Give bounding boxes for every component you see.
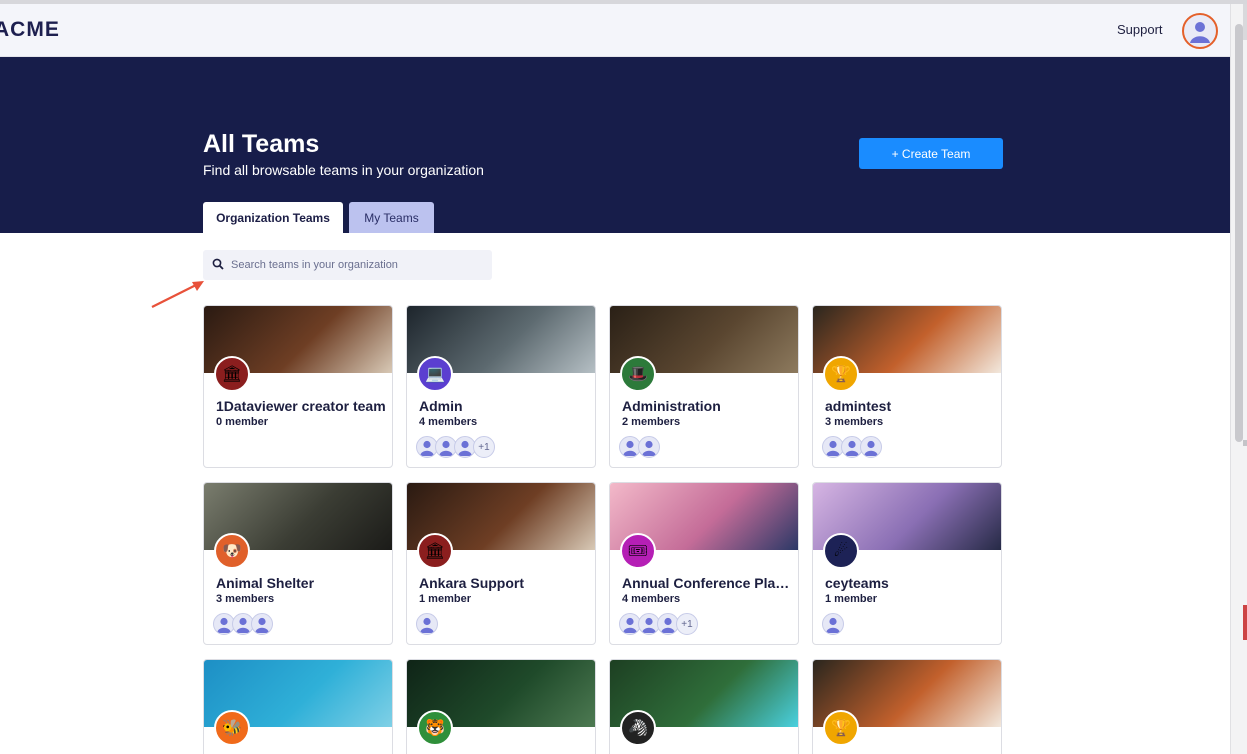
page-title: All Teams [203, 130, 320, 158]
team-card[interactable]: 🎟 Annual Conference Pla… 4 members +1 [609, 482, 799, 645]
member-avatar[interactable] [822, 613, 844, 635]
create-team-button[interactable]: + Create Team [859, 138, 1003, 169]
team-name[interactable]: Ankara Support [419, 575, 589, 591]
team-card[interactable]: 🐝 [203, 659, 393, 754]
member-avatars [822, 613, 844, 637]
team-name[interactable]: Administration [622, 398, 792, 414]
team-card[interactable]: 🏛 Ankara Support 1 member [406, 482, 596, 645]
top-hat-icon: 🎩 [620, 356, 656, 392]
zebra-icon: 🦓 [620, 710, 656, 746]
tiger-icon: 🐯 [417, 710, 453, 746]
edge-strip [1243, 440, 1247, 446]
team-name[interactable]: Annual Conference Pla… [622, 575, 792, 591]
member-avatars [416, 613, 438, 637]
page-subtitle: Find all browsable teams in your organiz… [203, 162, 484, 178]
support-link[interactable]: Support [1117, 22, 1163, 37]
page: ACME Support All Teams Find all browsabl… [0, 4, 1230, 754]
museum-icon: 🏛 [214, 356, 250, 392]
team-card[interactable]: 🐯 [406, 659, 596, 754]
user-avatar[interactable] [1182, 13, 1218, 49]
team-name[interactable]: ceyteams [825, 575, 995, 591]
team-card[interactable]: 🐶 Animal Shelter 3 members [203, 482, 393, 645]
edge-strip [1243, 605, 1247, 640]
member-count: 1 member [419, 593, 471, 605]
dog-icon: 🐶 [214, 533, 250, 569]
team-card[interactable]: ☄ ceyteams 1 member [812, 482, 1002, 645]
team-card[interactable]: 🏆 admintest 3 members [812, 305, 1002, 468]
member-count: 3 members [216, 593, 275, 605]
team-card[interactable]: 🎩 Administration 2 members [609, 305, 799, 468]
annotation-arrow-icon [151, 281, 204, 308]
tab-organization-teams[interactable]: Organization Teams [203, 202, 343, 233]
member-avatar[interactable] [638, 436, 660, 458]
scrollbar-thumb[interactable] [1235, 24, 1243, 442]
member-avatars: +1 [416, 436, 495, 460]
search-input[interactable]: Search teams in your organization [231, 259, 398, 271]
team-card[interactable]: 🏆 [812, 659, 1002, 754]
scrollbar[interactable] [1230, 4, 1247, 754]
member-count: 1 member [825, 593, 877, 605]
bee-icon: 🐝 [214, 710, 250, 746]
acme-logo[interactable]: ACME [0, 18, 60, 42]
team-name[interactable]: Animal Shelter [216, 575, 386, 591]
team-name[interactable]: 1Dataviewer creator team [216, 398, 386, 414]
more-members-badge[interactable]: +1 [473, 436, 495, 458]
team-card[interactable]: 🏛 1Dataviewer creator team 0 member [203, 305, 393, 468]
edge-strip [1243, 4, 1247, 40]
museum-icon: 🏛 [417, 533, 453, 569]
comet-icon: ☄ [823, 533, 859, 569]
member-avatar[interactable] [416, 613, 438, 635]
tab-my-teams[interactable]: My Teams [349, 202, 434, 233]
laptop-icon: 💻 [417, 356, 453, 392]
member-avatar[interactable] [860, 436, 882, 458]
search-icon [212, 258, 224, 270]
team-card[interactable]: 💻 Admin 4 members +1 [406, 305, 596, 468]
app-header: ACME Support [0, 4, 1230, 57]
trophy-icon: 🏆 [823, 710, 859, 746]
member-count: 3 members [825, 416, 884, 428]
member-count: 4 members [419, 416, 478, 428]
member-avatars [619, 436, 660, 460]
team-search[interactable]: Search teams in your organization [203, 250, 492, 280]
member-avatars: +1 [619, 613, 698, 637]
team-name[interactable]: admintest [825, 398, 995, 414]
team-card[interactable]: 🦓 [609, 659, 799, 754]
user-icon [1190, 22, 1210, 43]
hero-banner: All Teams Find all browsable teams in yo… [0, 57, 1230, 233]
member-count: 4 members [622, 593, 681, 605]
member-count: 0 member [216, 416, 268, 428]
team-name[interactable]: Admin [419, 398, 589, 414]
member-avatars [213, 613, 273, 637]
member-avatar[interactable] [251, 613, 273, 635]
more-members-badge[interactable]: +1 [676, 613, 698, 635]
member-count: 2 members [622, 416, 681, 428]
trophy-icon: 🏆 [823, 356, 859, 392]
ticket-icon: 🎟 [620, 533, 656, 569]
member-avatars [822, 436, 882, 460]
